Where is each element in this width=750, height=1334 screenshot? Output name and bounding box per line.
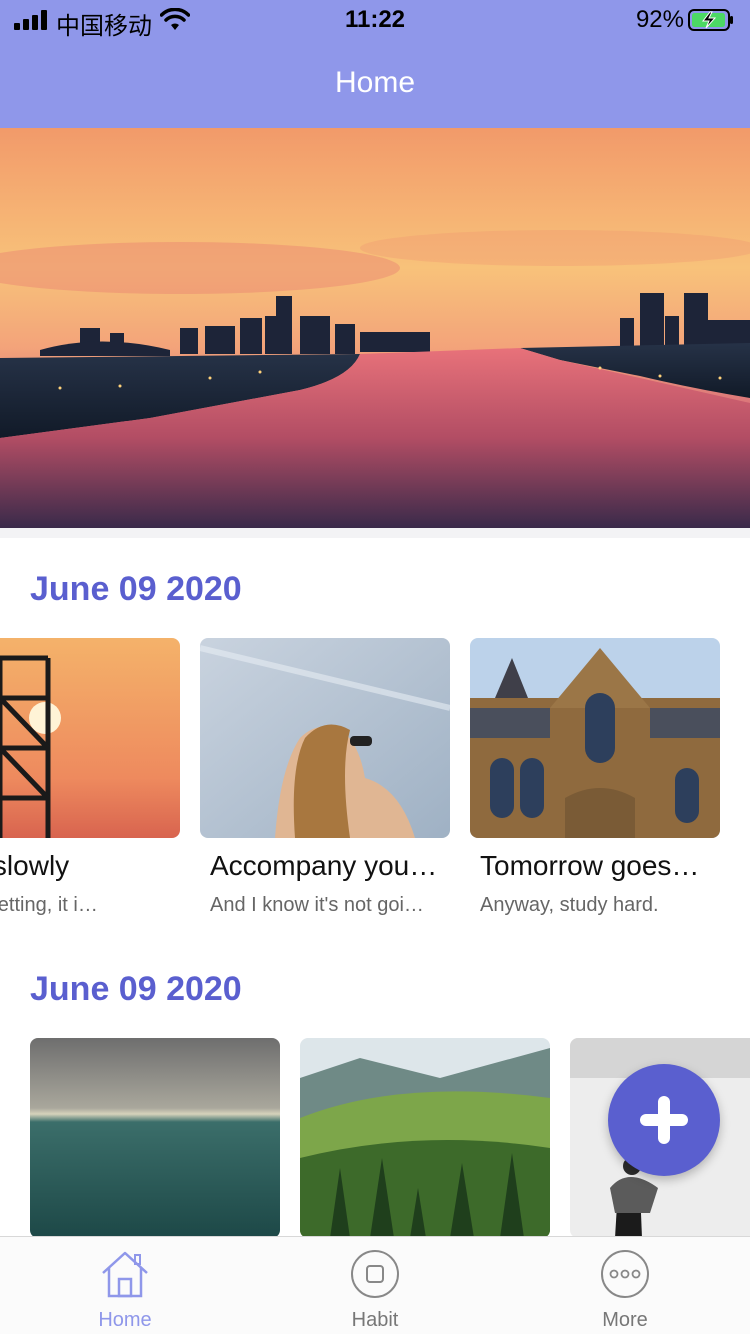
battery-percent: 92% xyxy=(635,6,684,33)
card-title: sun slowly xyxy=(0,850,70,881)
square-circle-icon xyxy=(351,1250,399,1298)
more-dots-icon xyxy=(601,1250,649,1298)
card-title: Accompany you… xyxy=(210,850,438,881)
card-description: And I know it's not goi… xyxy=(210,894,424,916)
diary-card[interactable]: Tomorrow goes… Anyway, study hard. xyxy=(470,638,720,917)
card-thumbnail xyxy=(470,638,720,838)
card-thumbnail xyxy=(300,1038,550,1236)
card-description: un is setting, it i… xyxy=(0,894,98,916)
battery-charging-icon xyxy=(688,9,733,31)
home-icon xyxy=(102,1251,148,1298)
card-thumbnail xyxy=(30,1038,280,1236)
page-title: Home xyxy=(334,66,416,99)
card-title: Tomorrow goes… xyxy=(480,850,700,881)
tab-more[interactable]: More xyxy=(500,1237,750,1334)
diary-card[interactable] xyxy=(30,1038,280,1236)
diary-card[interactable]: Accompany you… And I know it's not goi… xyxy=(200,638,450,917)
diary-card[interactable]: sun slowly un is setting, it i… xyxy=(0,638,180,917)
section-date: June 09 2020 xyxy=(30,570,242,608)
card-thumbnail xyxy=(0,638,180,838)
tab-label: Home xyxy=(98,1309,152,1331)
card-description: Anyway, study hard. xyxy=(480,894,659,916)
section-date: June 09 2020 xyxy=(30,970,242,1008)
top-bar: 中国移动 11:22 92% Home xyxy=(0,0,750,128)
hero-banner-image[interactable] xyxy=(0,128,750,528)
tab-home[interactable]: Home xyxy=(0,1237,250,1334)
divider xyxy=(0,528,750,538)
card-thumbnail xyxy=(200,638,450,838)
tab-label: More xyxy=(602,1309,648,1331)
plus-icon xyxy=(640,1096,688,1144)
status-bar: 中国移动 11:22 92% xyxy=(0,0,750,42)
diary-card[interactable] xyxy=(300,1038,550,1236)
add-entry-button[interactable] xyxy=(608,1064,720,1176)
tab-label: Habit xyxy=(351,1309,399,1331)
card-row: sun slowly un is setting, it i… Accompan… xyxy=(0,638,750,928)
tab-bar: Home Habit More xyxy=(0,1236,750,1334)
tab-habit[interactable]: Habit xyxy=(250,1237,500,1334)
